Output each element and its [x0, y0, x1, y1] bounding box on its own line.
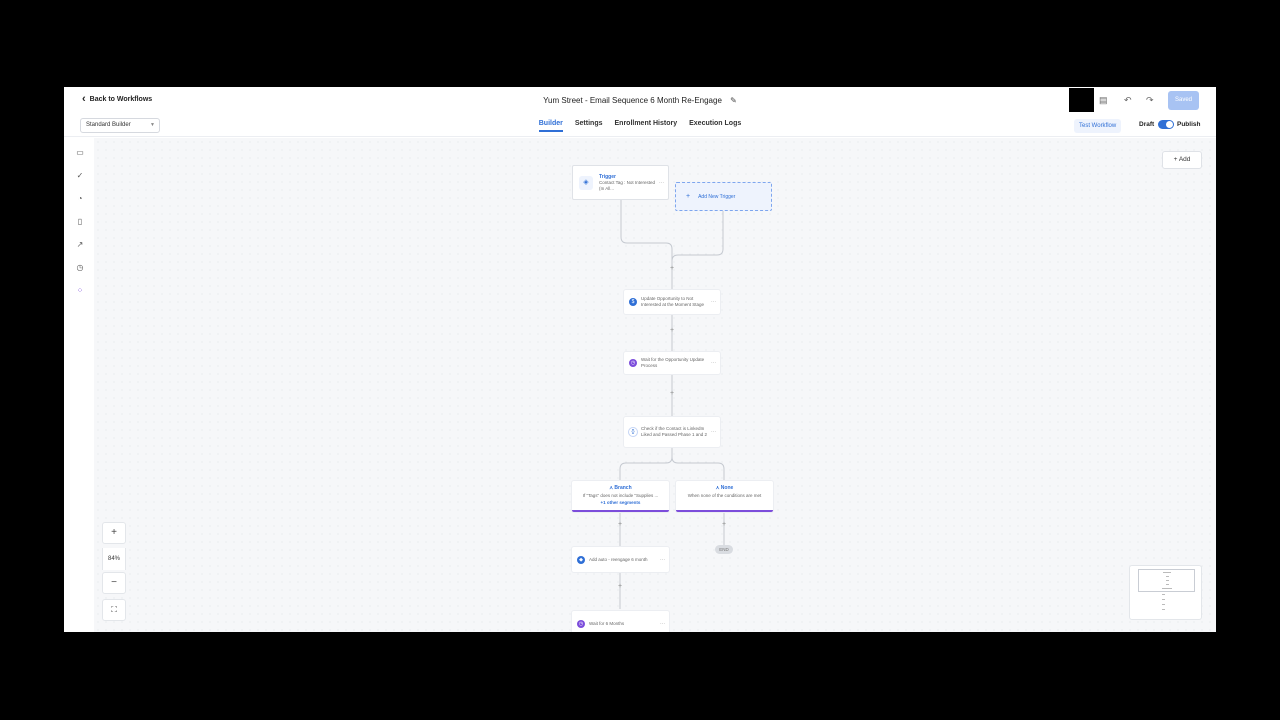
step-text: Add auto - reengage 6 month — [589, 556, 648, 562]
test-workflow-button[interactable]: Test Workflow — [1074, 119, 1122, 133]
pie-chart-icon[interactable]: ◔ — [75, 194, 85, 203]
branch-node-none[interactable]: ⋏ None When none of the conditions are m… — [676, 481, 773, 512]
branch-label: None — [720, 485, 734, 491]
save-button[interactable]: Saved — [1168, 91, 1199, 110]
add-step-plus-icon[interactable]: + — [616, 521, 624, 528]
branch-label: Branch — [614, 485, 632, 491]
document-icon[interactable]: ▤ — [1099, 95, 1108, 106]
add-step-plus-icon[interactable]: + — [616, 583, 624, 590]
tab-builder[interactable]: Builder — [538, 120, 564, 132]
more-options-icon[interactable]: ··· — [659, 180, 664, 186]
redacted-box — [1069, 88, 1094, 112]
redo-icon[interactable]: ↷ — [1146, 95, 1154, 106]
zoom-controls: + 84% − ⛶ — [102, 522, 126, 622]
builder-toolbar: Standard Builder ▼ Builder Settings Enro… — [64, 115, 1216, 137]
tag-icon: ◈ — [579, 175, 593, 190]
tab-execution-logs[interactable]: Execution Logs — [689, 120, 741, 131]
publish-label: Publish — [1177, 121, 1201, 128]
more-options-icon[interactable]: ··· — [711, 299, 716, 305]
header-bar: ‹ Back to Workflows Yum Street - Email S… — [64, 87, 1216, 115]
zoom-out-button[interactable]: − — [102, 572, 126, 594]
trigger-node[interactable]: ◈ Trigger Contact Tag : Not Interested (… — [572, 165, 669, 200]
more-options-icon[interactable]: ··· — [660, 557, 665, 563]
add-button[interactable]: + Add — [1162, 151, 1202, 169]
condition-node[interactable]: {} Check if the Contact is LinkedIn Like… — [624, 417, 720, 447]
tab-bar: Builder Settings Enrollment History Exec… — [64, 120, 1216, 132]
check-circle-icon[interactable]: ✓ — [75, 171, 85, 180]
add-button-label: Add — [1178, 156, 1191, 163]
workflow-title-text: Yum Street - Email Sequence 6 Month Re-E… — [543, 96, 722, 105]
plus-icon: + — [686, 193, 691, 200]
more-options-icon[interactable]: ··· — [660, 621, 665, 627]
clock-icon: ◷ — [577, 619, 585, 628]
clock-icon: ◷ — [629, 359, 637, 367]
more-options-icon[interactable]: ··· — [711, 429, 716, 435]
fit-view-icon[interactable]: ⛶ — [102, 599, 126, 621]
minimap[interactable] — [1129, 565, 1202, 620]
zoom-in-button[interactable]: + — [102, 522, 126, 544]
add-step-plus-icon[interactable]: + — [668, 265, 676, 272]
wait-node[interactable]: ◷ Wait for the Opportunity Update Proces… — [624, 352, 720, 374]
branch-segments: +1 other segments — [600, 500, 641, 505]
add-step-plus-icon[interactable]: + — [668, 327, 676, 334]
end-marker: END — [715, 545, 733, 554]
action-node-add-tag[interactable]: ◆ Add auto - reengage 6 month ··· — [572, 547, 669, 572]
workflow-title: Yum Street - Email Sequence 6 Month Re-E… — [64, 96, 1216, 105]
add-trigger-label: Add New Trigger — [698, 193, 736, 200]
add-step-plus-icon[interactable]: + — [720, 521, 728, 528]
chat-icon[interactable]: ▭ — [75, 148, 85, 157]
left-sidebar: ▭ ✓ ◔ ▯ ↗ ◷ ⁘ — [64, 137, 94, 632]
more-options-icon[interactable]: ··· — [711, 360, 716, 366]
braces-icon: {} — [629, 428, 637, 436]
opportunity-icon: $ — [629, 298, 637, 306]
workflow-builder-window: ‹ Back to Workflows Yum Street - Email S… — [64, 87, 1216, 632]
add-step-plus-icon[interactable]: + — [668, 390, 676, 397]
edit-pencil-icon[interactable]: ✎ — [730, 96, 737, 105]
clock-icon[interactable]: ◷ — [75, 263, 85, 272]
trigger-desc: Contact Tag : Not Interested (In All... — [599, 179, 655, 191]
action-node-update-opportunity[interactable]: $ Update Opportunity to Not Interested a… — [624, 290, 720, 314]
publish-toggle[interactable] — [1158, 120, 1174, 129]
branch-desc: If "Tags" does not include "Supplies ... — [582, 493, 659, 498]
tag-icon: ◆ — [577, 555, 585, 564]
step-text: Wait for the Opportunity Update Process — [641, 357, 705, 368]
step-text: Check if the Contact is LinkedIn Liked a… — [641, 426, 708, 437]
external-link-icon[interactable]: ↗ — [75, 240, 85, 249]
add-new-trigger-button[interactable]: + Add New Trigger — [675, 182, 772, 211]
undo-icon[interactable]: ↶ — [1124, 95, 1132, 106]
file-icon[interactable]: ▯ — [75, 217, 85, 226]
draft-label: Draft — [1139, 121, 1155, 128]
zoom-level: 84% — [102, 548, 126, 570]
step-text: Update Opportunity to Not Interested at … — [641, 296, 705, 307]
branch-desc: When none of the conditions are met — [687, 493, 762, 498]
wait-node-6-months[interactable]: ◷ Wait for 6 Months ··· — [572, 611, 669, 632]
tab-enrollment-history[interactable]: Enrollment History — [615, 120, 678, 131]
workflow-icon[interactable]: ⁘ — [75, 286, 85, 295]
branch-node-left[interactable]: ⋏ Branch If "Tags" does not include "Sup… — [572, 481, 669, 512]
step-text: Wait for 6 Months — [589, 620, 625, 626]
tab-settings[interactable]: Settings — [575, 120, 603, 131]
